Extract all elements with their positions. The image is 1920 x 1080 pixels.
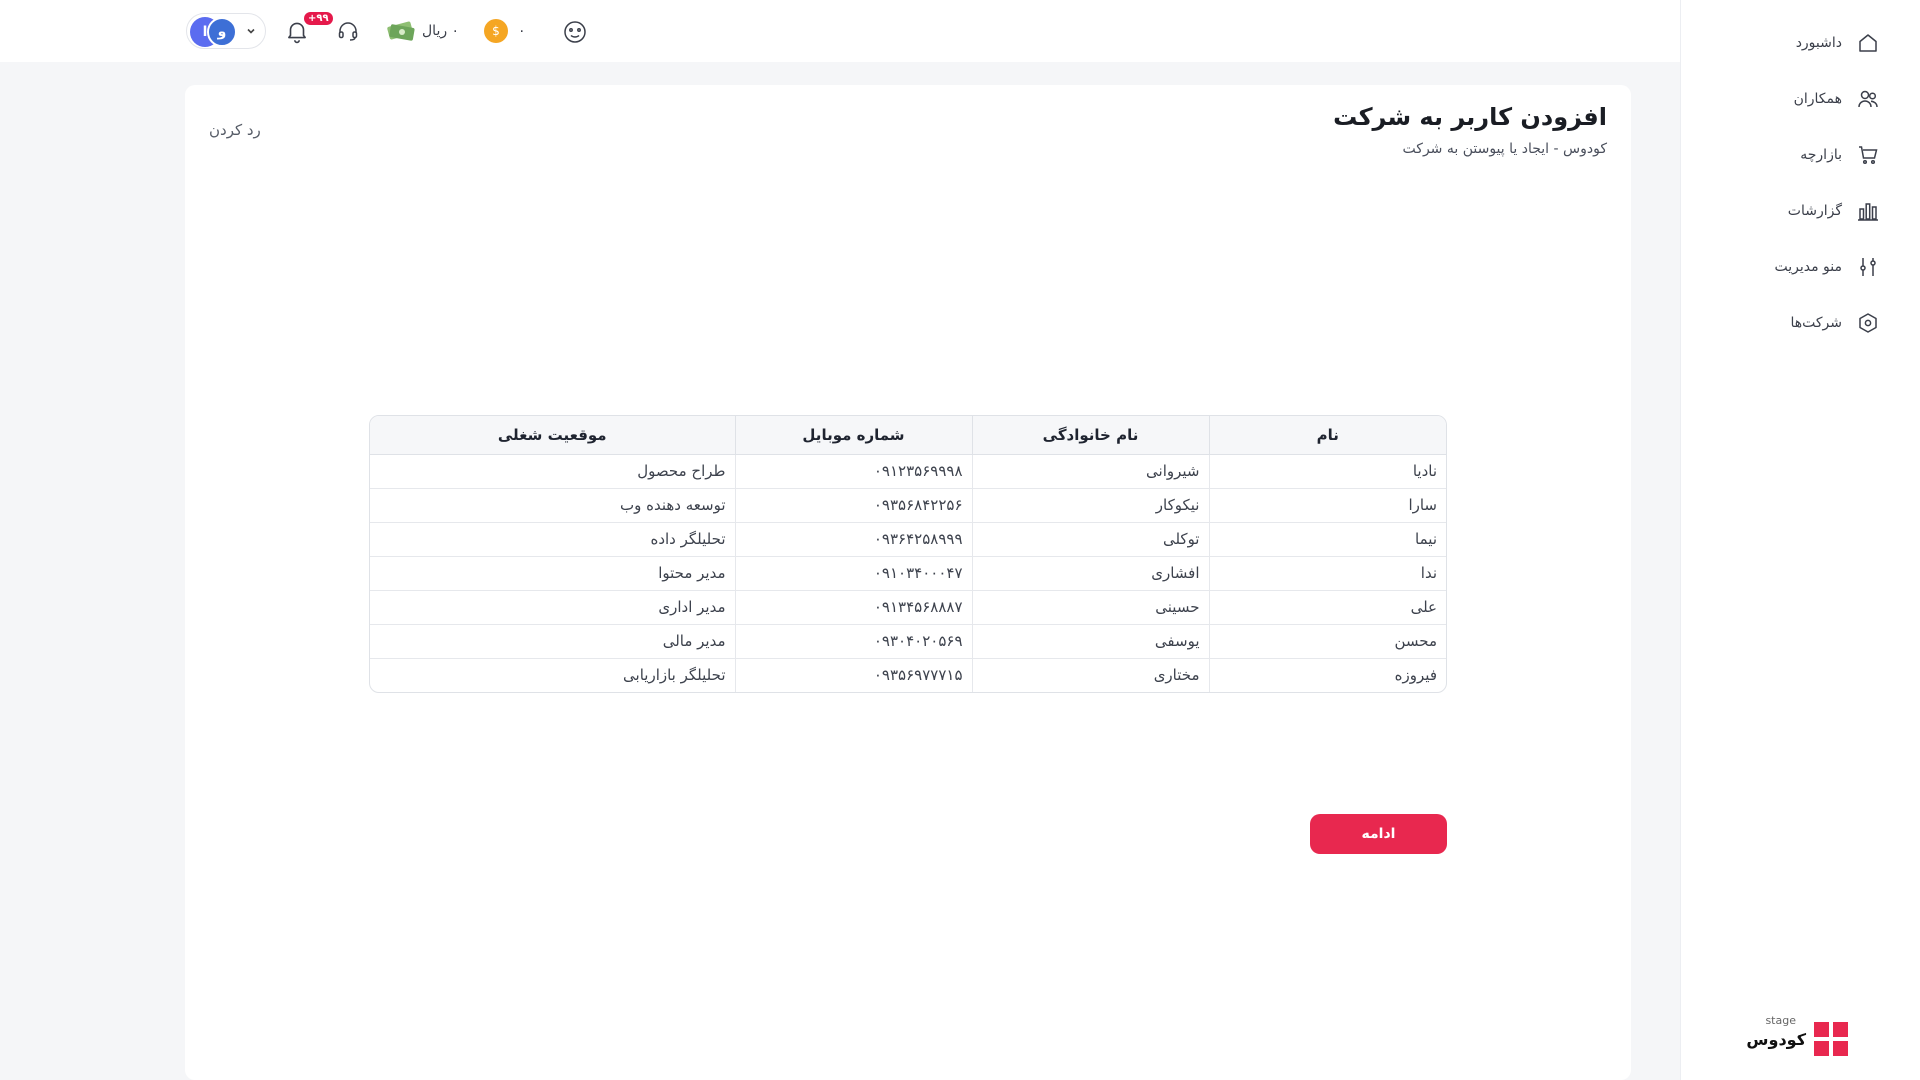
- cell-mobile: ۰۹۱۰۳۴۰۰۰۴۷: [734, 556, 972, 591]
- sidebar-item-companies[interactable]: شرکت‌ها: [1790, 308, 1880, 338]
- wallet-amount: ۰ ریال: [422, 23, 460, 39]
- chevron-down-icon: [247, 28, 255, 34]
- brand-stage-label: stage: [1765, 1014, 1796, 1027]
- cell-first-name: نادیا: [1208, 454, 1446, 489]
- feedback-button[interactable]: [560, 0, 590, 62]
- cell-first-name: ندا: [1208, 556, 1446, 591]
- cell-first-name: علی: [1208, 590, 1446, 625]
- cell-job-position: تحلیلگر داده: [370, 522, 735, 557]
- table-row: نیما توکلی ۰۹۳۶۴۲۵۸۹۹۹ تحلیلگر داده: [370, 522, 1446, 557]
- wallet-balance[interactable]: ۰ ریال: [386, 0, 459, 62]
- table-row: ندا افشاری ۰۹۱۰۳۴۰۰۰۴۷ مدیر محتوا: [370, 556, 1446, 591]
- coins-amount: ۰: [518, 23, 526, 39]
- topbar: ا و +۹۹ ۰ ریال $ ۰: [0, 0, 1680, 62]
- main-card: افزودن کاربر به شرکت کودوس - ایجاد یا پی…: [185, 85, 1631, 1080]
- sidebar: داشبورد همکاران بازارچه گزارشات منو مدیر…: [1680, 0, 1920, 1080]
- headset-icon: [338, 22, 358, 41]
- cell-first-name: محسن: [1208, 624, 1446, 659]
- coin-icon: $: [484, 19, 508, 43]
- cell-job-position: تحلیلگر بازاریابی: [623, 666, 726, 685]
- home-icon: [1859, 34, 1877, 52]
- brand-name: کودوس: [1746, 1029, 1806, 1049]
- hexagon-gear-icon: [1859, 313, 1877, 333]
- users-icon: [1858, 90, 1878, 108]
- column-header-first-name: نام: [1208, 416, 1446, 455]
- page-subtitle: کودوس - ایجاد یا پیوستن به شرکت: [1402, 141, 1607, 157]
- cell-mobile: ۰۹۱۲۳۵۶۹۹۹۸: [734, 454, 972, 489]
- table-row: فیروزه مختاری ۰۹۳۵۶۹۷۷۷۱۵ تحلیلگر بازاری…: [370, 658, 1446, 692]
- sidebar-item-reports[interactable]: گزارشات: [1788, 196, 1880, 226]
- cell-first-name: فیروزه: [1208, 658, 1446, 692]
- cell-last-name: افشاری: [971, 556, 1209, 591]
- user-menu[interactable]: ا و: [186, 13, 266, 49]
- sidebar-item-marketplace[interactable]: بازارچه: [1800, 140, 1880, 170]
- sidebar-item-dashboard[interactable]: داشبورد: [1796, 28, 1880, 58]
- money-icon: [387, 21, 415, 41]
- users-table: نام نام خانوادگی شماره موبایل موقعیت شغل…: [369, 415, 1447, 693]
- cell-job-position: طراح محصول: [370, 454, 735, 489]
- table-header-row: نام نام خانوادگی شماره موبایل موقعیت شغل…: [370, 416, 1446, 455]
- cell-last-name: توکلی: [971, 522, 1209, 557]
- cell-last-name: حسینی: [971, 590, 1209, 625]
- coins-balance[interactable]: $ ۰: [484, 0, 526, 62]
- brand-logo[interactable]: کودوس stage: [1746, 1014, 1848, 1056]
- sliders-icon: [1860, 258, 1876, 276]
- sidebar-item-label: داشبورد: [1795, 35, 1842, 51]
- cell-mobile: ۰۹۳۰۴۰۲۰۵۶۹: [734, 624, 972, 659]
- sidebar-item-label: همکاران: [1793, 91, 1842, 107]
- smiley-icon: [564, 21, 586, 43]
- cell-job-position: مدیر اداری: [370, 590, 735, 625]
- cell-mobile: ۰۹۳۶۴۲۵۸۹۹۹: [734, 522, 972, 557]
- cell-last-name: مختاری: [971, 658, 1209, 692]
- cell-mobile: ۰۹۱۳۴۵۶۸۸۸۷: [734, 590, 972, 625]
- notifications-button[interactable]: [284, 0, 310, 62]
- cell-last-name: نیکوکار: [971, 488, 1209, 523]
- sidebar-item-label: بازارچه: [1800, 147, 1842, 163]
- table-row: محسن یوسفی ۰۹۳۰۴۰۲۰۵۶۹ مدیر مالی: [370, 624, 1446, 659]
- cell-first-name: سارا: [1208, 488, 1446, 523]
- sidebar-item-colleagues[interactable]: همکاران: [1794, 84, 1880, 114]
- continue-button[interactable]: ادامه: [1310, 814, 1447, 854]
- sidebar-item-label: منو مدیریت: [1774, 259, 1842, 275]
- cell-last-name: یوسفی: [971, 624, 1209, 659]
- support-button[interactable]: [336, 0, 360, 62]
- page-title: افزودن کاربر به شرکت: [1333, 103, 1607, 131]
- sidebar-item-label: گزارشات: [1787, 203, 1842, 219]
- column-header-mobile: شماره موبایل: [734, 416, 972, 455]
- table-row: علی حسینی ۰۹۱۳۴۵۶۸۸۸۷ مدیر اداری: [370, 590, 1446, 625]
- cell-first-name: نیما: [1208, 522, 1446, 557]
- reject-button[interactable]: رد کردن: [209, 121, 261, 139]
- cell-job-position: مدیر مالی: [370, 624, 735, 659]
- chart-bars-icon: [1858, 203, 1878, 221]
- cell-job-position: مدیر محتوا: [370, 556, 735, 591]
- cell-mobile: ۰۹۳۵۶۹۷۷۷۱۵: [734, 658, 972, 692]
- kudos-logo-icon: [1814, 1022, 1848, 1056]
- sidebar-item-label: شرکت‌ها: [1790, 315, 1842, 331]
- cell-job-position: توسعه دهنده وب: [370, 488, 735, 523]
- column-header-job-position: موقعیت شغلی: [370, 416, 735, 455]
- table-row: نادیا شیروانی ۰۹۱۲۳۵۶۹۹۹۸ طراح محصول: [370, 454, 1446, 489]
- notification-count-badge: +۹۹: [304, 12, 333, 25]
- avatar: و: [207, 17, 237, 47]
- table-row: سارا نیکوکار ۰۹۳۵۶۸۴۲۲۵۶ توسعه دهنده وب: [370, 488, 1446, 523]
- cart-icon: [1859, 146, 1878, 165]
- cell-last-name: شیروانی: [971, 454, 1209, 489]
- cell-mobile: ۰۹۳۵۶۸۴۲۲۵۶: [734, 488, 972, 523]
- column-header-last-name: نام خانوادگی: [971, 416, 1209, 455]
- sidebar-item-admin-menu[interactable]: منو مدیریت: [1774, 252, 1880, 282]
